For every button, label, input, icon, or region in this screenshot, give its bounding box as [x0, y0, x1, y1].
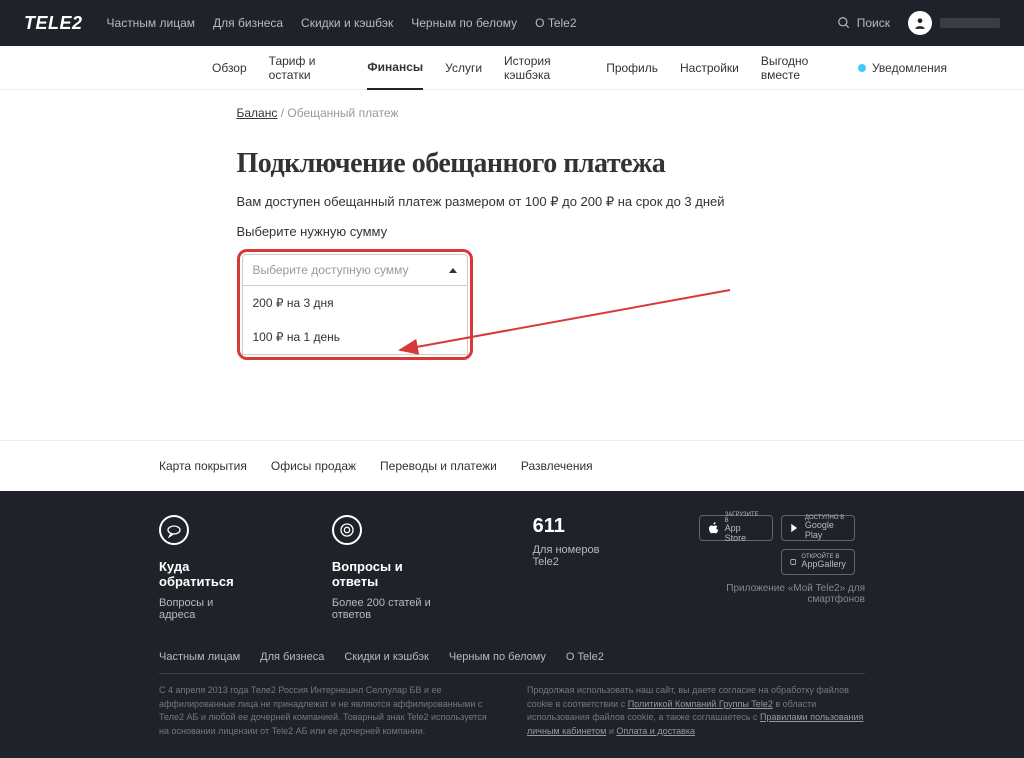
user-menu[interactable]	[908, 11, 1000, 35]
breadcrumb-current: Обещанный платеж	[287, 106, 398, 120]
notification-dot-icon	[858, 64, 866, 72]
huawei-icon	[790, 556, 796, 568]
top-nav: Частным лицам Для бизнеса Скидки и кэшбэ…	[107, 16, 837, 30]
page-title: Подключение обещанного платежа	[237, 148, 947, 180]
top-right: Поиск	[837, 11, 1000, 35]
legal-link-policy[interactable]: Политикой Компаний Группы Tele2	[628, 699, 773, 709]
subnav-tariff[interactable]: Тариф и остатки	[269, 40, 346, 96]
help-icon	[332, 515, 362, 545]
footer-faq[interactable]: Вопросы и ответы Более 200 статей и отве…	[332, 515, 453, 621]
breadcrumb: Баланс / Обещанный платеж	[237, 90, 947, 120]
footer-phone: 611 Для номеров Tele2	[533, 515, 615, 621]
footer-link-coverage[interactable]: Карта покрытия	[159, 459, 247, 473]
fnav-about[interactable]: О Tele2	[566, 651, 604, 663]
topnav-private[interactable]: Частным лицам	[107, 16, 196, 30]
user-icon	[908, 11, 932, 35]
topnav-blackwhite[interactable]: Черным по белому	[411, 16, 517, 30]
sub-nav: Обзор Тариф и остатки Финансы Услуги Ист…	[0, 46, 1024, 90]
search-label: Поиск	[857, 16, 890, 30]
fnav-private[interactable]: Частным лицам	[159, 651, 240, 663]
chat-icon	[159, 515, 189, 545]
topnav-cashback[interactable]: Скидки и кэшбэк	[301, 16, 393, 30]
select-label: Выберите нужную сумму	[237, 224, 947, 239]
app-store-buttons: ЗАГРУЗИТЕ ВApp Store ДОСТУПНО ВGoogle Pl…	[695, 515, 855, 575]
subnav-finance[interactable]: Финансы	[367, 46, 423, 90]
notif-label: Уведомления	[872, 61, 947, 75]
googleplay-button[interactable]: ДОСТУПНО ВGoogle Play	[781, 515, 855, 541]
footer-link-payments[interactable]: Переводы и платежи	[380, 459, 497, 473]
subnav-together[interactable]: Выгодно вместе	[761, 40, 836, 96]
breadcrumb-balance[interactable]: Баланс	[237, 106, 278, 120]
subnav-services[interactable]: Услуги	[445, 47, 482, 89]
subnav-cashback-history[interactable]: История кэшбэка	[504, 40, 584, 96]
dropdown-option-100[interactable]: 100 ₽ на 1 день	[243, 320, 467, 354]
appgallery-button[interactable]: ОТКРОЙТЕ ВAppGallery	[781, 549, 855, 575]
subnav-overview[interactable]: Обзор	[212, 47, 247, 89]
dropdown-toggle[interactable]: Выберите доступную сумму	[242, 254, 468, 286]
amount-dropdown: Выберите доступную сумму 200 ₽ на 3 дня …	[237, 249, 473, 360]
dropdown-option-200[interactable]: 200 ₽ на 3 дня	[243, 286, 467, 320]
description: Вам доступен обещанный платеж размером о…	[237, 194, 947, 210]
fnav-business[interactable]: Для бизнеса	[260, 651, 324, 663]
footer-legal: С 4 апреля 2013 года Теле2 Россия Интерн…	[159, 684, 865, 738]
footer-nav: Частным лицам Для бизнеса Скидки и кэшбэ…	[159, 641, 865, 674]
dropdown-placeholder: Выберите доступную сумму	[253, 263, 409, 277]
appstore-button[interactable]: ЗАГРУЗИТЕ ВApp Store	[699, 515, 773, 541]
legal-text-2: Продолжая использовать наш сайт, вы дает…	[527, 684, 865, 738]
dropdown-list: 200 ₽ на 3 дня 100 ₽ на 1 день	[242, 286, 468, 355]
logo[interactable]: TELE2	[24, 13, 83, 34]
footer-quick-links: Карта покрытия Офисы продаж Переводы и п…	[0, 440, 1024, 491]
topnav-about[interactable]: О Tele2	[535, 16, 576, 30]
subnav-settings[interactable]: Настройки	[680, 47, 739, 89]
apple-icon	[708, 521, 720, 535]
legal-text-1: С 4 апреля 2013 года Теле2 Россия Интерн…	[159, 684, 497, 738]
search[interactable]: Поиск	[837, 16, 890, 30]
fnav-blackwhite[interactable]: Черным по белому	[449, 651, 546, 663]
user-number-placeholder	[940, 18, 1000, 28]
footer-app-text: Приложение «Мой Tele2» для смартфонов	[695, 583, 865, 605]
topnav-business[interactable]: Для бизнеса	[213, 16, 283, 30]
notifications[interactable]: Уведомления	[858, 61, 947, 75]
fnav-cashback[interactable]: Скидки и кэшбэк	[344, 651, 429, 663]
subnav-profile[interactable]: Профиль	[606, 47, 658, 89]
legal-link-delivery[interactable]: Оплата и доставка	[616, 726, 695, 736]
footer-link-offices[interactable]: Офисы продаж	[271, 459, 356, 473]
footer-contact[interactable]: Куда обратиться Вопросы и адреса	[159, 515, 252, 621]
footer: Куда обратиться Вопросы и адреса Вопросы…	[0, 491, 1024, 758]
googleplay-icon	[790, 522, 800, 534]
search-icon	[837, 16, 851, 30]
footer-link-entertainment[interactable]: Развлечения	[521, 459, 593, 473]
